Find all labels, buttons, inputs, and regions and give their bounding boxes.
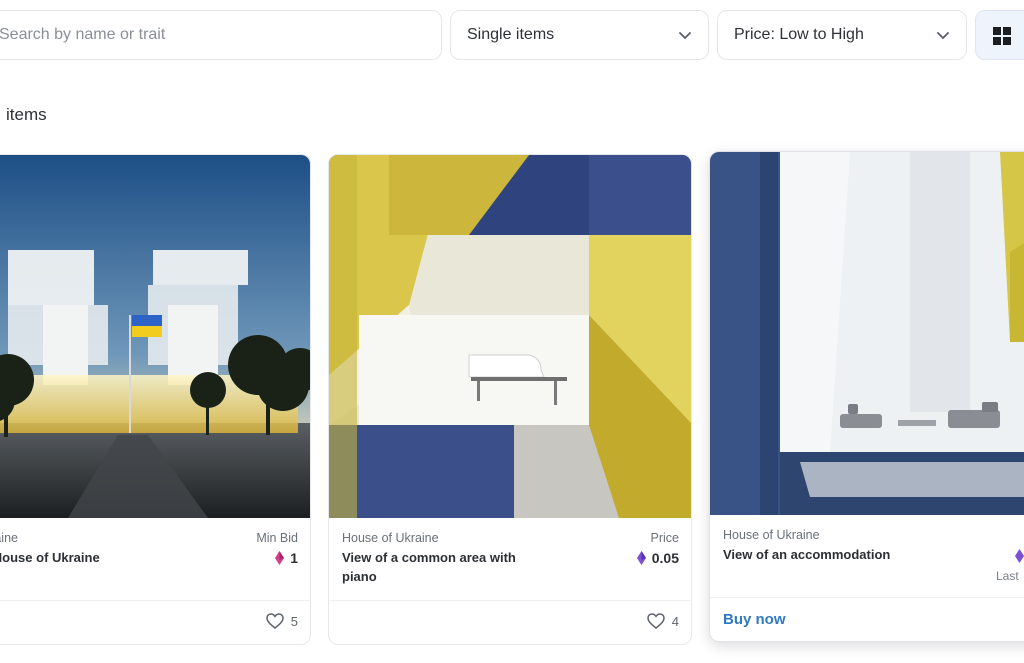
card-footer: 5 [0, 600, 310, 644]
nft-card[interactable]: House of Ukraine View of an accommodatio… [709, 151, 1024, 642]
ethereum-icon [636, 551, 646, 565]
price-value: 0.05 [636, 550, 679, 566]
price-amount: 1 [290, 550, 298, 566]
collection-name[interactable]: House of Ukraine [723, 528, 820, 542]
ethereum-icon [275, 551, 285, 565]
collection-name[interactable]: of Ukraine [0, 531, 18, 545]
heart-icon [647, 613, 665, 629]
sort-value: Price: Low to High [734, 26, 864, 43]
marketplace-page: Single items Price: Low to High items [0, 0, 1024, 663]
price-value: 1 [275, 550, 298, 566]
nft-image[interactable] [710, 152, 1024, 515]
price-label: Price [650, 531, 679, 545]
nft-card[interactable]: of Ukraine rtual House of Ukraine Min Bi… [0, 154, 311, 645]
nft-image[interactable] [329, 155, 691, 518]
search-input[interactable] [0, 11, 419, 59]
nft-title[interactable]: View of a common area with piano [342, 548, 542, 586]
heart-icon [266, 613, 284, 629]
item-type-value: Single items [467, 26, 555, 43]
ethereum-icon [1015, 549, 1024, 563]
collection-name[interactable]: House of Ukraine [342, 531, 439, 545]
last-price-label: Last [996, 569, 1019, 583]
chevron-down-icon [679, 32, 691, 40]
like-button[interactable]: 4 [647, 613, 679, 629]
chevron-down-icon [937, 32, 949, 40]
nft-title[interactable]: rtual House of Ukraine [0, 548, 161, 567]
price-amount: 0.05 [651, 550, 679, 566]
price-label: Min Bid [256, 531, 298, 545]
nft-title[interactable]: View of an accommodation [723, 545, 923, 564]
nft-card[interactable]: House of Ukraine View of a common area w… [328, 154, 692, 645]
like-button[interactable]: 5 [266, 613, 298, 629]
results-count: items [6, 105, 47, 124]
like-count: 4 [671, 613, 679, 629]
buy-now-button[interactable]: Buy now [723, 611, 786, 628]
nft-image[interactable] [0, 155, 310, 518]
card-footer: Buy now [710, 597, 1024, 641]
grid-view-button[interactable] [975, 10, 1024, 60]
search-box[interactable] [0, 10, 442, 60]
like-count: 5 [290, 613, 298, 629]
card-footer: 4 [329, 600, 691, 644]
item-type-select[interactable]: Single items [450, 10, 709, 60]
sort-select[interactable]: Price: Low to High [717, 10, 967, 60]
grid-icon [993, 27, 1011, 45]
